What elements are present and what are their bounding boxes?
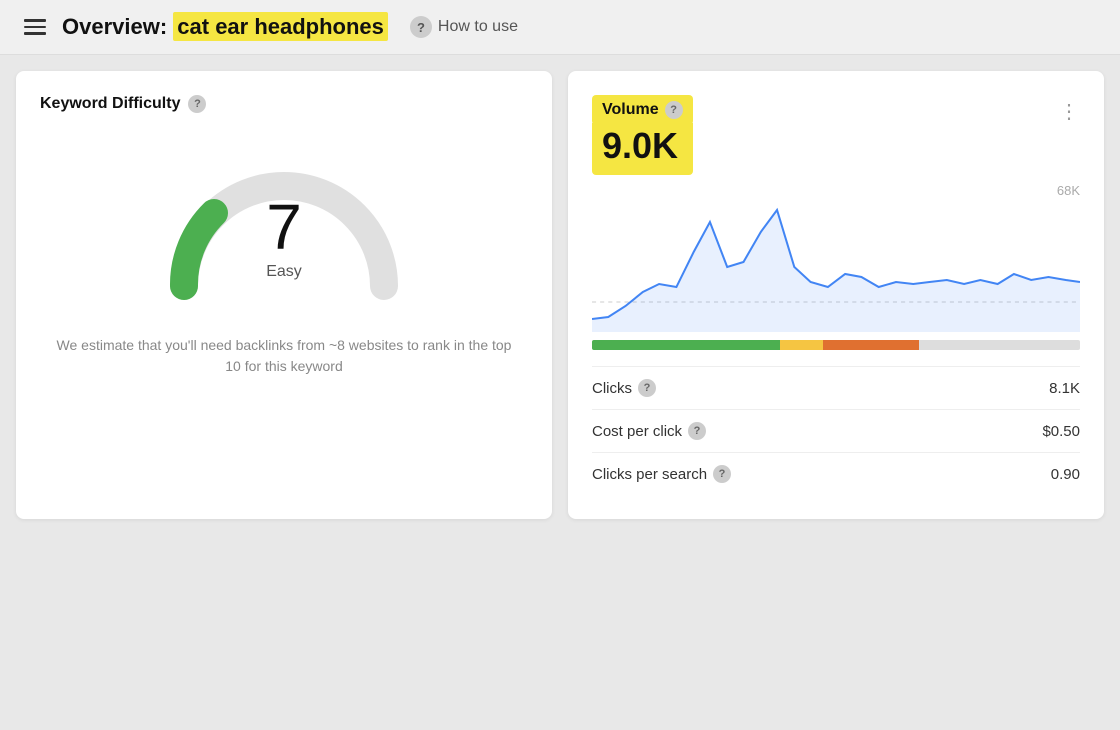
- cps-row: Clicks per search ? 0.90: [592, 452, 1080, 495]
- bar-yellow: [780, 340, 823, 350]
- volume-label-box: Volume ?: [592, 95, 693, 125]
- more-options-button[interactable]: ⋮: [1059, 99, 1080, 124]
- clicks-value: 8.1K: [1049, 380, 1080, 397]
- cps-label-text: Clicks per search: [592, 466, 707, 483]
- bar-green: [592, 340, 780, 350]
- cpc-row: Cost per click ? $0.50: [592, 409, 1080, 452]
- volume-chart: [592, 202, 1080, 332]
- hamburger-menu[interactable]: [20, 15, 50, 39]
- clicks-row: Clicks ? 8.1K: [592, 366, 1080, 409]
- how-to-use-label: How to use: [438, 18, 518, 36]
- gauge-number: 7: [266, 195, 302, 259]
- metrics-list: Clicks ? 8.1K Cost per click ? $0.50 Cli…: [592, 366, 1080, 495]
- title-prefix: Overview:: [62, 14, 173, 39]
- cpc-label-text: Cost per click: [592, 423, 682, 440]
- kd-description: We estimate that you'll need backlinks f…: [40, 335, 528, 377]
- kd-help-icon[interactable]: ?: [188, 95, 206, 113]
- title-highlight: cat ear headphones: [173, 12, 388, 41]
- volume-value: 9.0K: [592, 123, 693, 175]
- cpc-value: $0.50: [1042, 423, 1080, 440]
- keyword-difficulty-card: Keyword Difficulty ? 7 Easy We estimate …: [16, 71, 552, 519]
- how-to-use-button[interactable]: ? How to use: [410, 16, 518, 38]
- header: Overview: cat ear headphones ? How to us…: [0, 0, 1120, 55]
- volume-header: Volume ? 9.0K ⋮: [592, 95, 1080, 175]
- kd-card-header: Keyword Difficulty ?: [40, 95, 528, 113]
- gauge-container: 7 Easy: [154, 141, 414, 301]
- bar-orange: [823, 340, 920, 350]
- volume-card: Volume ? 9.0K ⋮ 68K: [568, 71, 1104, 519]
- page-title: Overview: cat ear headphones: [62, 14, 388, 40]
- cps-label: Clicks per search ?: [592, 465, 731, 483]
- difficulty-bar: [592, 340, 1080, 350]
- cpc-label: Cost per click ?: [592, 422, 706, 440]
- help-icon: ?: [410, 16, 432, 38]
- main-content: Keyword Difficulty ? 7 Easy We estimate …: [0, 55, 1120, 535]
- cps-help-icon[interactable]: ?: [713, 465, 731, 483]
- clicks-label: Clicks ?: [592, 379, 656, 397]
- gauge-center: 7 Easy: [266, 195, 302, 281]
- kd-title: Keyword Difficulty: [40, 95, 180, 113]
- cps-value: 0.90: [1051, 466, 1080, 483]
- chart-max-label: 68K: [592, 183, 1080, 198]
- volume-help-icon[interactable]: ?: [665, 101, 683, 119]
- clicks-help-icon[interactable]: ?: [638, 379, 656, 397]
- bar-gray: [919, 340, 1080, 350]
- volume-label: Volume: [602, 101, 659, 119]
- gauge-label: Easy: [266, 263, 302, 281]
- cpc-help-icon[interactable]: ?: [688, 422, 706, 440]
- clicks-label-text: Clicks: [592, 380, 632, 397]
- volume-top: Volume ? 9.0K: [592, 95, 693, 175]
- chart-svg: [592, 202, 1080, 332]
